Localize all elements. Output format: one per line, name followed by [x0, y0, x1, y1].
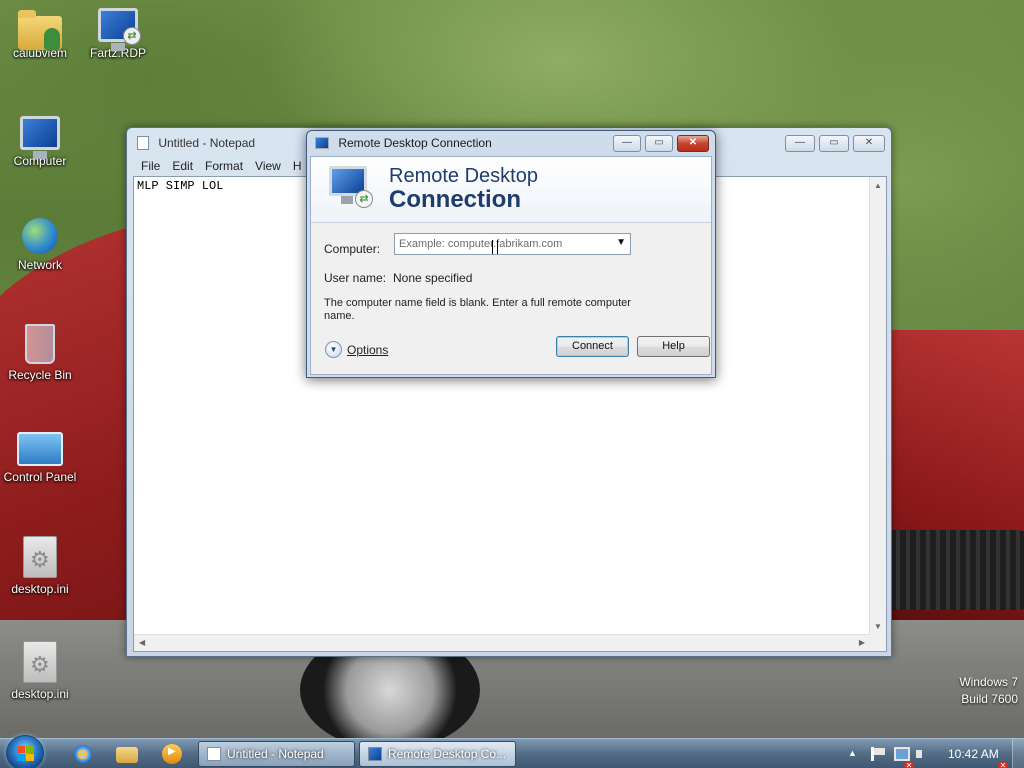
remote-desktop-icon: ⇄ [329, 166, 373, 208]
rdp-window-controls: — ▭ ✕ [609, 135, 709, 152]
ini-file-icon [23, 536, 57, 578]
rdp-app-icon [315, 137, 329, 149]
close-button[interactable]: ✕ [853, 135, 885, 152]
media-player-icon[interactable] [162, 744, 182, 764]
remote-desktop-dialog[interactable]: Remote Desktop Connection — ▭ ✕ ⇄ Remote… [306, 130, 716, 378]
desktop-icon-label: Recycle Bin [8, 368, 72, 382]
minimize-button[interactable]: — [613, 135, 641, 152]
taskbar-button-label: Untitled - Notepad [227, 747, 324, 761]
desktop-icon-computer[interactable]: Computer [0, 116, 80, 168]
network-icon [22, 218, 58, 254]
desktop-icon-desktop-ini-1[interactable]: desktop.ini [0, 536, 80, 596]
text-cursor-icon [492, 240, 498, 254]
rdp-heading-line1: Remote Desktop [389, 165, 538, 187]
computer-label: Computer: [324, 242, 381, 256]
menu-help[interactable]: H [287, 158, 308, 174]
menu-view[interactable]: View [249, 158, 287, 174]
rdp-file-icon: ⇄ [98, 8, 141, 51]
menu-file[interactable]: File [135, 158, 166, 174]
start-button[interactable] [6, 735, 44, 768]
desktop-icon-fartz-rdp[interactable]: ⇄ Fartz.RDP [78, 8, 158, 60]
scroll-right-icon[interactable]: ▶ [859, 638, 865, 647]
rdp-client-area: ⇄ Remote Desktop Connection Computer: Ex… [310, 156, 712, 375]
computer-input[interactable]: Example: computer.fabrikam.com [399, 238, 562, 250]
notepad-icon [207, 747, 221, 761]
build-line-os: Windows 7 [959, 675, 1018, 689]
desktop-icon-calubviem[interactable]: calubviem [0, 8, 80, 60]
recycle-bin-icon [25, 324, 55, 364]
menu-format[interactable]: Format [199, 158, 249, 174]
connect-button[interactable]: Connect [556, 336, 629, 357]
desktop-icon-desktop-ini-2[interactable]: desktop.ini [0, 641, 80, 701]
taskbar-button-notepad[interactable]: Untitled - Notepad [198, 741, 355, 767]
notepad-content: MLP SIMP LOL [137, 179, 224, 193]
file-explorer-icon[interactable] [116, 747, 138, 763]
control-panel-icon [17, 432, 63, 466]
horizontal-scrollbar[interactable]: ◀ ▶ [134, 634, 870, 651]
remote-desktop-icon [368, 747, 382, 761]
user-folder-icon [18, 10, 62, 50]
taskbar-button-label: Remote Desktop Co... [388, 747, 507, 761]
desktop-icon-label: Network [17, 258, 62, 272]
notepad-app-icon [137, 136, 149, 150]
minimize-button[interactable]: — [785, 135, 815, 152]
desktop-icon-label: desktop.ini [11, 687, 69, 701]
vertical-scrollbar[interactable]: ▲ ▼ [869, 177, 886, 635]
rdp-form: Computer: Example: computer.fabrikam.com… [311, 223, 711, 376]
wallpaper-car-grille [880, 530, 1024, 610]
chevron-down-icon[interactable]: ▼ [616, 237, 626, 248]
rdp-banner: ⇄ Remote Desktop Connection [311, 157, 711, 223]
computer-combobox[interactable]: Example: computer.fabrikam.com ▼ [394, 233, 631, 255]
desktop-icon-control-panel[interactable]: Control Panel [0, 432, 80, 484]
internet-explorer-icon[interactable] [72, 743, 94, 765]
scroll-left-icon[interactable]: ◀ [139, 638, 145, 647]
rdp-titlebar[interactable]: Remote Desktop Connection [315, 136, 492, 150]
options-toggle[interactable]: ▼ Options [325, 341, 388, 358]
taskbar: Untitled - Notepad Remote Desktop Co... … [0, 735, 1024, 768]
desktop-icon-network[interactable]: Network [0, 218, 80, 272]
scroll-down-icon[interactable]: ▼ [874, 622, 882, 631]
username-label: User name: [324, 271, 387, 285]
notepad-titlebar[interactable]: Untitled - Notepad [137, 136, 255, 154]
ini-file-icon [23, 641, 57, 683]
username-value: None specified [393, 271, 473, 285]
windows-logo-icon [17, 746, 35, 762]
scroll-up-icon[interactable]: ▲ [874, 181, 882, 190]
options-label[interactable]: Options [347, 343, 388, 357]
action-center-icon[interactable]: ✕ [870, 747, 914, 768]
notepad-title: Untitled - Notepad [158, 136, 256, 150]
network-tray-icon[interactable] [894, 747, 910, 761]
help-button[interactable]: Help [637, 336, 710, 357]
show-desktop-button[interactable] [1012, 739, 1024, 768]
show-hidden-icons-icon[interactable]: ▲ [848, 748, 857, 758]
build-line-number: Build 7600 [961, 692, 1018, 706]
taskbar-button-rdp[interactable]: Remote Desktop Co... [359, 741, 516, 767]
notepad-menubar: File Edit Format View H [135, 158, 308, 174]
notepad-window-controls: — ▭ ✕ [781, 135, 885, 152]
desktop-icon-label: Control Panel [3, 470, 77, 484]
rdp-heading-line2: Connection [389, 186, 521, 213]
computer-icon [20, 116, 60, 159]
scrollbar-corner [869, 634, 886, 651]
maximize-button[interactable]: ▭ [645, 135, 673, 152]
notification-area: ▲ ✕ ✕ 10:42 AM [840, 739, 1024, 768]
rdp-title: Remote Desktop Connection [338, 136, 492, 150]
close-button[interactable]: ✕ [677, 135, 709, 152]
desktop-icon-recycle-bin[interactable]: Recycle Bin [0, 324, 80, 382]
clock[interactable]: 10:42 AM [948, 747, 999, 761]
windows-build-watermark: Windows 7 Build 7600 [959, 674, 1018, 708]
validation-message: The computer name field is blank. Enter … [324, 297, 631, 322]
menu-edit[interactable]: Edit [166, 158, 199, 174]
expand-chevron-icon[interactable]: ▼ [325, 341, 342, 358]
maximize-button[interactable]: ▭ [819, 135, 849, 152]
volume-icon[interactable]: ✕ [916, 747, 1008, 768]
desktop-icon-label: desktop.ini [11, 582, 69, 596]
